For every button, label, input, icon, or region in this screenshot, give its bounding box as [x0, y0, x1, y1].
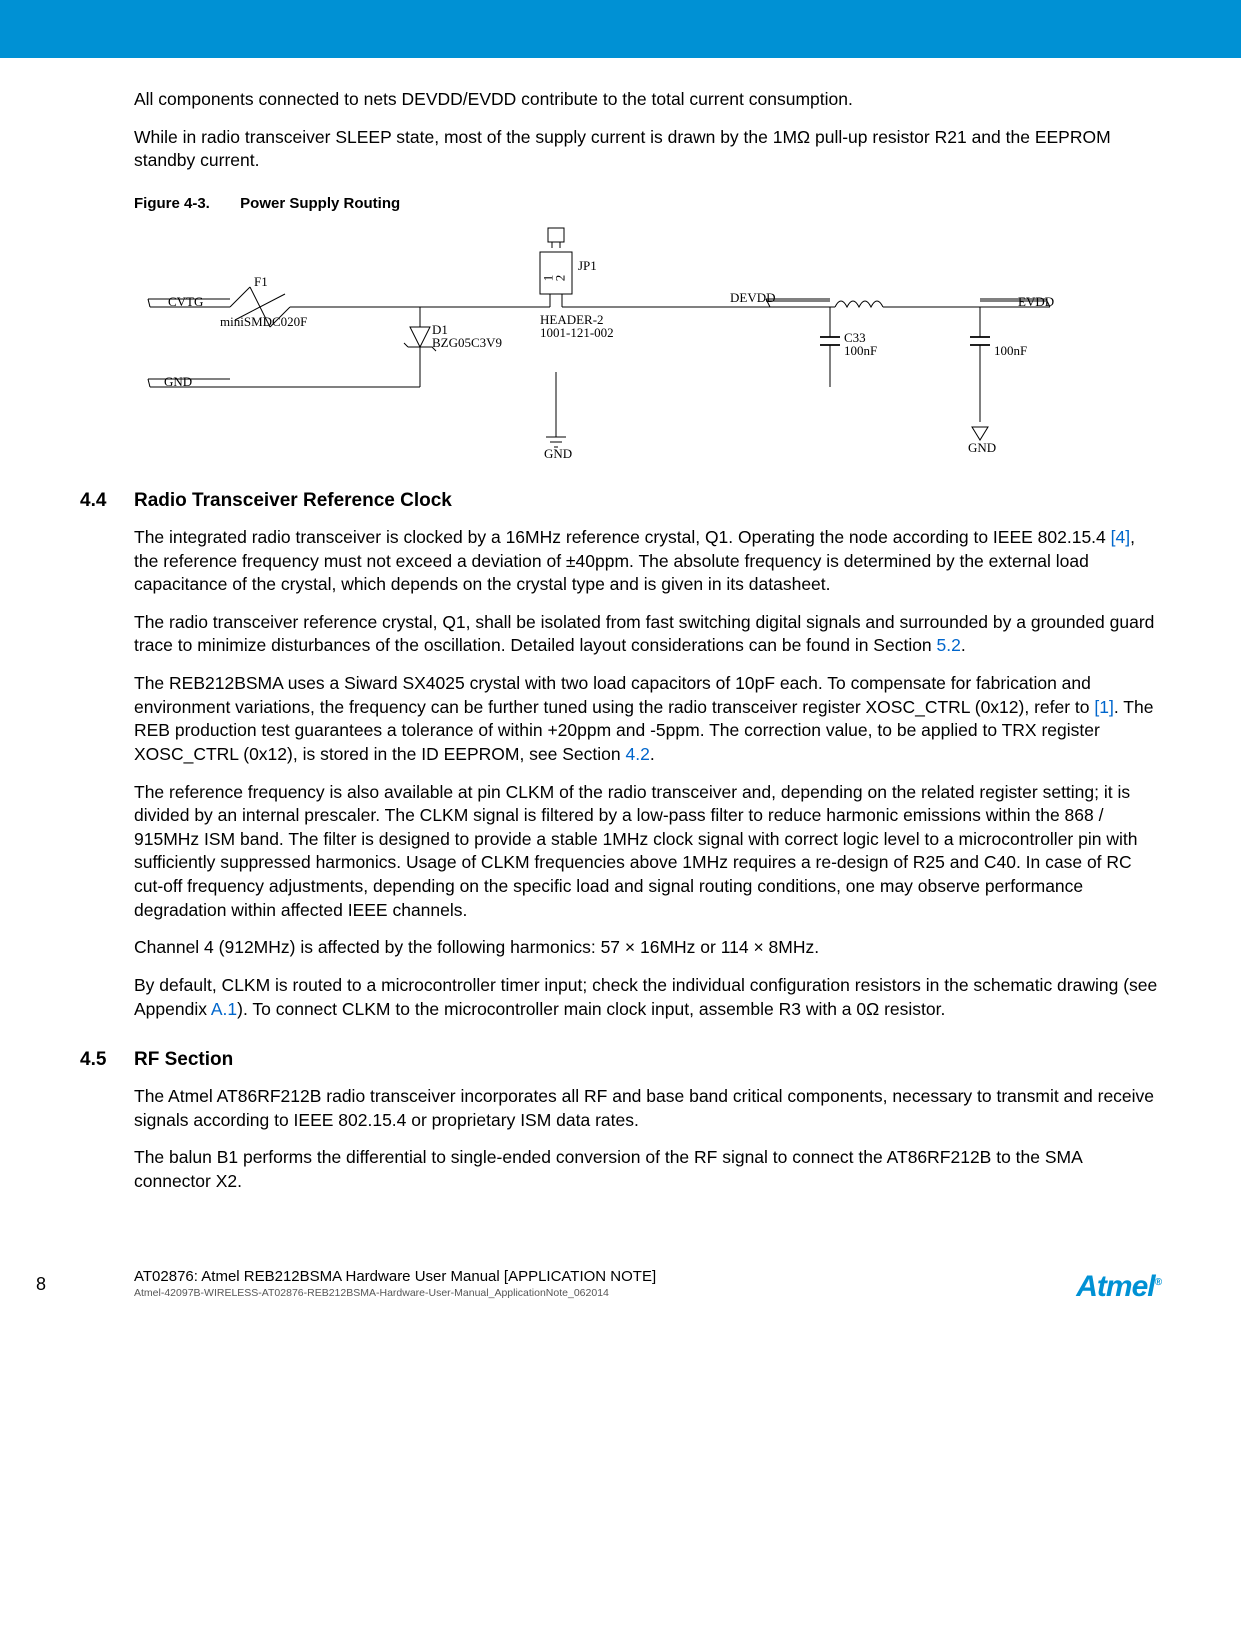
lbl-gnd-mid: GND [544, 446, 572, 462]
sec44-p2: The radio transceiver reference crystal,… [134, 611, 1161, 658]
footer-title: AT02876: Atmel REB212BSMA Hardware User … [134, 1268, 1161, 1285]
lbl-crightval: 100nF [994, 343, 1027, 359]
sec44-p1: The integrated radio transceiver is cloc… [134, 526, 1161, 597]
lbl-gnd-left: GND [164, 374, 192, 390]
logo-reg: ® [1155, 1277, 1161, 1288]
sec44-p3a: The REB212BSMA uses a Siward SX4025 crys… [134, 673, 1094, 717]
schematic-figure: CVTG F1 miniSMDC020F D1 BZG05C3V9 GND JP… [110, 222, 1120, 462]
intro-p2: While in radio transceiver SLEEP state, … [134, 126, 1161, 173]
sec45-p2: The balun B1 performs the differential t… [134, 1146, 1161, 1193]
figure-number: Figure 4-3. [134, 195, 236, 212]
page-content: All components connected to nets DEVDD/E… [0, 58, 1241, 1228]
section-4-5-num: 4.5 [80, 1049, 134, 1071]
section-4-5-title: RF Section [134, 1049, 233, 1070]
sec44-p4: The reference frequency is also availabl… [134, 781, 1161, 923]
sec45-p1: The Atmel AT86RF212B radio transceiver i… [134, 1085, 1161, 1132]
ref-1-link[interactable]: [1] [1094, 697, 1113, 717]
sec44-p3c: . [650, 744, 655, 764]
intro-p1: All components connected to nets DEVDD/E… [134, 88, 1161, 112]
lbl-evdd: EVDD [1018, 294, 1054, 310]
sec44-p6: By default, CLKM is routed to a microcon… [134, 974, 1161, 1021]
lbl-jp1-2: 2 [552, 275, 568, 282]
page-footer: 8 AT02876: Atmel REB212BSMA Hardware Use… [0, 1228, 1241, 1329]
ref-4-2-link[interactable]: 4.2 [625, 744, 649, 764]
lbl-headerpart: 1001-121-002 [540, 325, 614, 341]
sec44-p2a: The radio transceiver reference crystal,… [134, 612, 1154, 656]
section-4-4-num: 4.4 [80, 490, 134, 512]
lbl-devdd: DEVDD [730, 290, 776, 306]
section-4-4-heading: 4.4Radio Transceiver Reference Clock [80, 490, 1161, 512]
ref-5-2-link[interactable]: 5.2 [937, 635, 961, 655]
lbl-f1: F1 [254, 274, 268, 290]
section-4-4-title: Radio Transceiver Reference Clock [134, 490, 452, 511]
ref-4-link[interactable]: [4] [1111, 527, 1130, 547]
lbl-cvtg: CVTG [168, 294, 203, 310]
lbl-d1part: BZG05C3V9 [432, 335, 502, 351]
sec44-p5: Channel 4 (912MHz) is affected by the fo… [134, 936, 1161, 960]
sec44-p6b: ). To connect CLKM to the microcontrolle… [237, 999, 945, 1019]
lbl-jp1: JP1 [578, 258, 597, 274]
page-number: 8 [36, 1274, 46, 1295]
sec44-p2b: . [961, 635, 966, 655]
schematic-svg [110, 222, 1120, 462]
figure-caption: Figure 4-3. Power Supply Routing [134, 195, 1161, 212]
section-4-5-heading: 4.5RF Section [80, 1049, 1161, 1071]
atmel-logo: Atmel® [1076, 1270, 1161, 1304]
header-bar [0, 0, 1241, 58]
footer-subtitle: Atmel-42097B-WIRELESS-AT02876-REB212BSMA… [134, 1287, 1161, 1299]
lbl-gnd-right: GND [968, 440, 996, 456]
ref-a1-link[interactable]: A.1 [211, 999, 237, 1019]
figure-title: Power Supply Routing [240, 195, 400, 212]
sec44-p1a: The integrated radio transceiver is cloc… [134, 527, 1111, 547]
lbl-minismdc: miniSMDC020F [220, 314, 307, 330]
logo-text: Atmel [1076, 1270, 1154, 1303]
lbl-c33val: 100nF [844, 343, 877, 359]
sec44-p3: The REB212BSMA uses a Siward SX4025 crys… [134, 672, 1161, 767]
